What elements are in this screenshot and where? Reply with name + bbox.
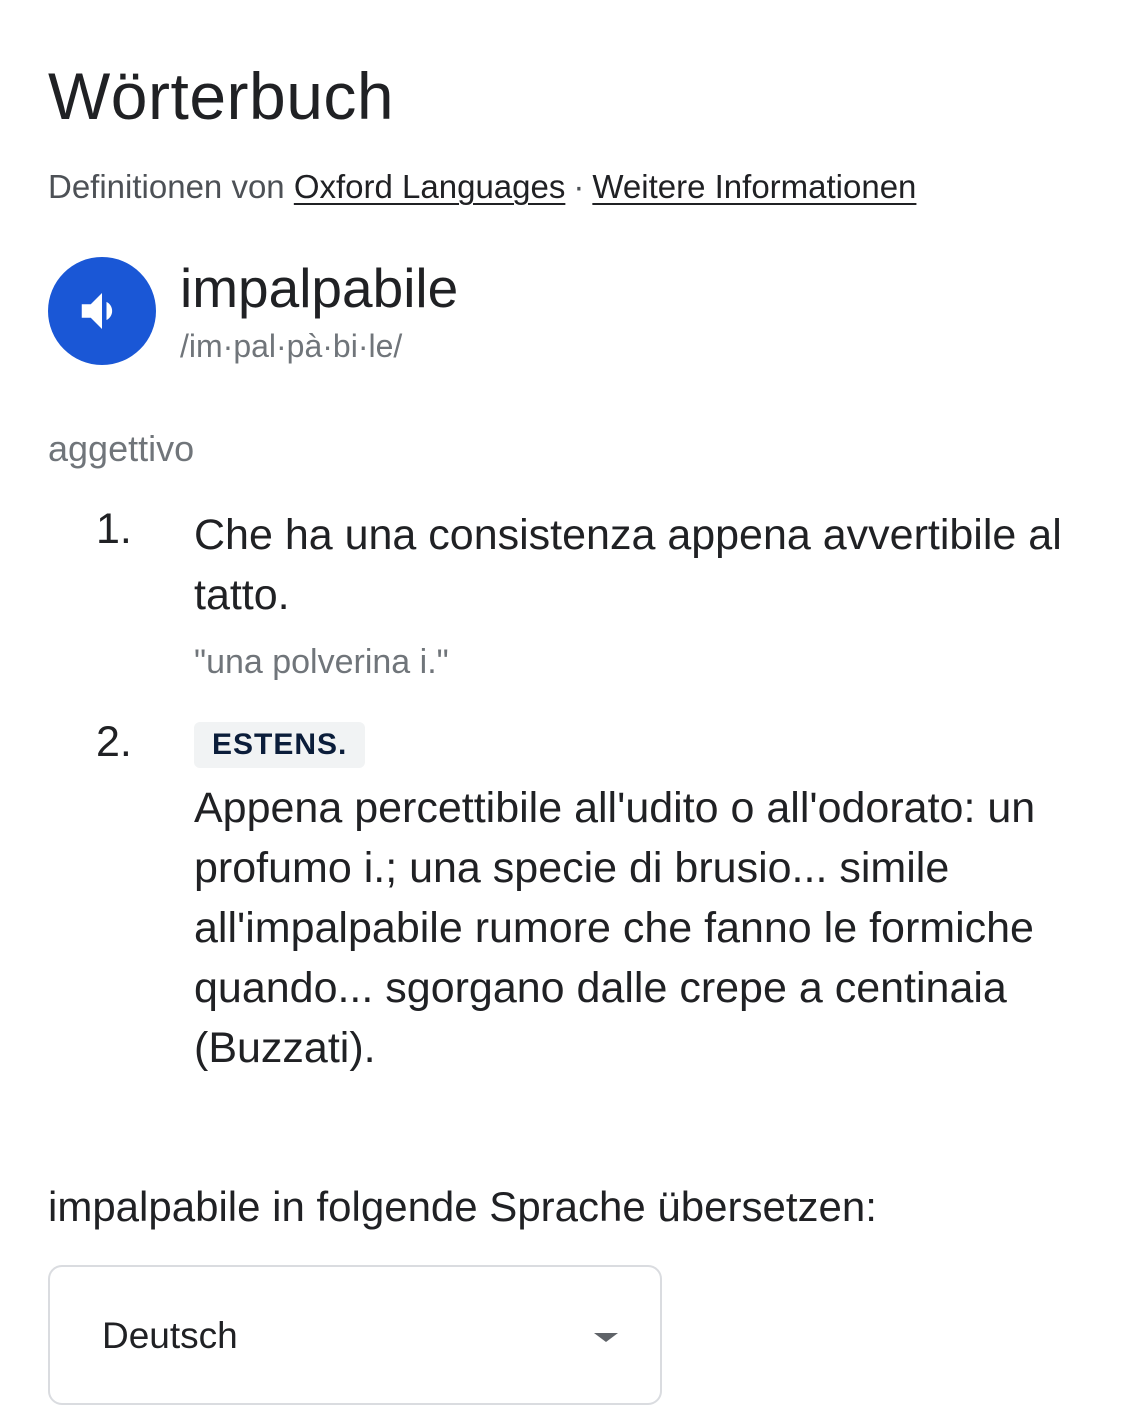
page-title: Wörterbuch — [48, 59, 395, 133]
part-of-speech: aggettivo — [48, 428, 195, 469]
language-select[interactable]: Deutsch — [48, 1265, 662, 1405]
sense-example: "una polverina i." — [194, 643, 449, 681]
headword: impalpabile — [180, 257, 459, 319]
separator-dot: · — [573, 168, 585, 205]
sense-number: 1. — [96, 505, 132, 553]
translate-label: impalpabile in folgende Sprache übersetz… — [48, 1183, 877, 1230]
source-line: Definitionen von Oxford Languages · Weiter… — [48, 168, 916, 206]
sense-body: ESTENS. Appena percettibile all'udito o … — [194, 722, 1125, 1078]
sense-body: Che ha una consistenza appena avvertibil… — [194, 505, 1125, 682]
sense-definition: Che ha una consistenza appena avvertibil… — [194, 511, 1062, 619]
caret-down-icon — [594, 1333, 618, 1342]
phonetic-transcription: /im·pal·pà·bi·le/ — [180, 328, 403, 364]
sense-number: 2. — [96, 718, 132, 766]
oxford-languages-link[interactable]: Oxford Languages — [294, 168, 566, 205]
more-info-link[interactable]: Weitere Informationen — [592, 168, 916, 205]
speaker-icon — [81, 293, 113, 329]
selected-language: Deutsch — [102, 1315, 238, 1356]
usage-label-chip: ESTENS. — [194, 722, 366, 768]
sense-definition: Appena percettibile all'udito o all'odor… — [194, 784, 1036, 1072]
source-prefix: Definitionen von — [48, 168, 285, 205]
pronunciation-audio-button[interactable] — [48, 257, 156, 365]
